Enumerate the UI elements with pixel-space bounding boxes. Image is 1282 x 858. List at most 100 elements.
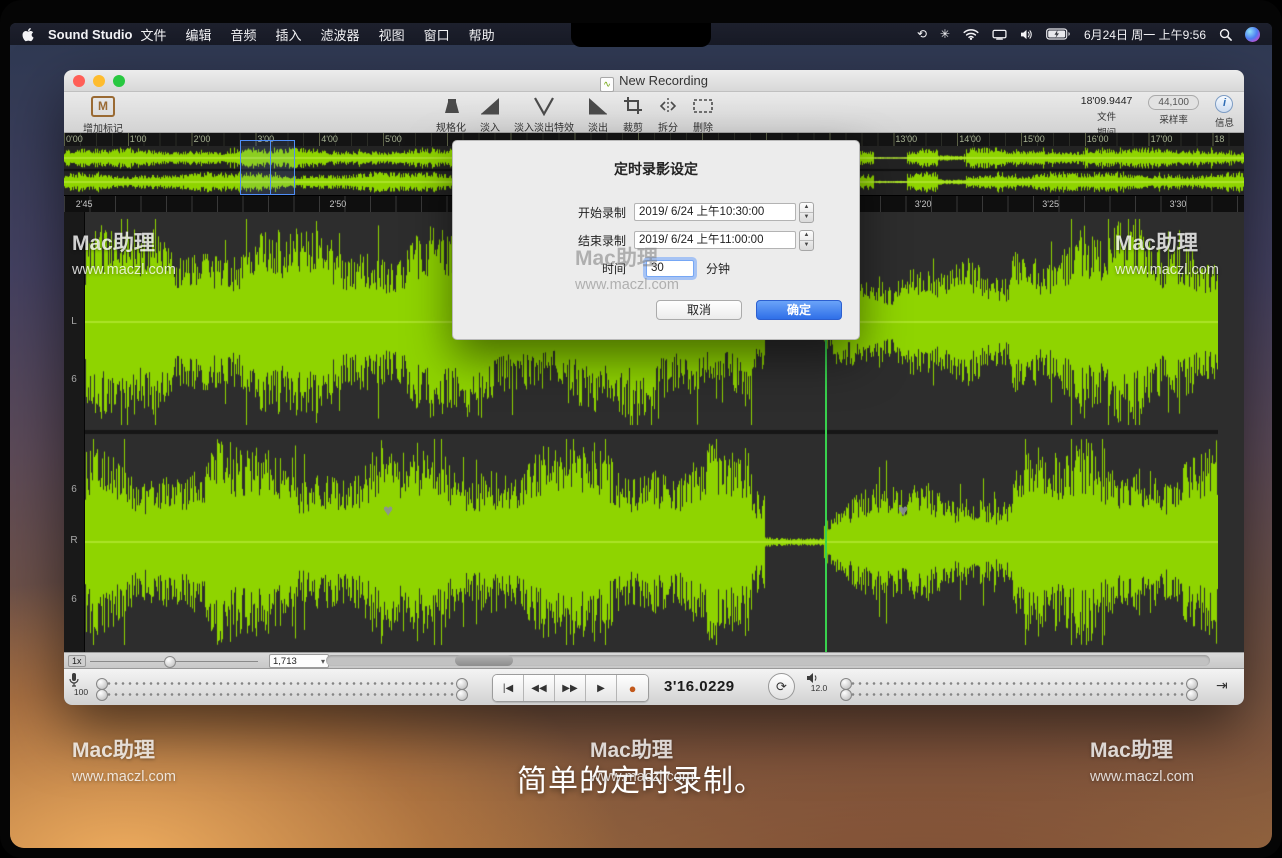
samples-select[interactable]: 1,713 ▾ bbox=[269, 654, 329, 668]
volume-icon[interactable] bbox=[1020, 29, 1033, 40]
menu-item-2[interactable]: 音频 bbox=[231, 28, 257, 43]
start-time-label: 开始录制 bbox=[453, 204, 626, 221]
dialog-title: 定时录影设定 bbox=[453, 159, 859, 179]
time-display: 3'16.0229 bbox=[664, 678, 774, 695]
normalize-button[interactable]: 规格化 bbox=[436, 96, 466, 134]
file-duration-value: 18'09.9447 bbox=[1081, 95, 1133, 107]
add-marker-button[interactable]: M 增加标记 bbox=[74, 96, 132, 135]
ruler-label: 14'00 bbox=[959, 134, 981, 144]
ruler-label: 4'00 bbox=[321, 134, 338, 144]
search-icon[interactable] bbox=[1219, 28, 1232, 41]
output-slider-right-top[interactable] bbox=[844, 681, 1194, 686]
samples-value: 1,713 bbox=[273, 656, 297, 667]
crossfade-button[interactable]: 淡入淡出特效 bbox=[514, 96, 574, 134]
ok-button[interactable]: 确定 bbox=[756, 300, 842, 320]
chevron-down-icon: ▾ bbox=[321, 657, 325, 666]
window-title: New Recording bbox=[619, 73, 708, 88]
siri-icon[interactable] bbox=[1245, 27, 1260, 42]
tool-label: 拆分 bbox=[658, 119, 678, 134]
stepper-down-icon[interactable]: ▼ bbox=[800, 213, 813, 222]
split-button[interactable]: 拆分 bbox=[657, 96, 679, 134]
stepper-down-icon[interactable]: ▼ bbox=[800, 241, 813, 250]
zoom-slider-thumb[interactable] bbox=[164, 656, 176, 668]
info-stat: i 信息 bbox=[1215, 95, 1234, 129]
fade-out-button[interactable]: 淡出 bbox=[587, 96, 609, 134]
menu-item-3[interactable]: 插入 bbox=[276, 28, 302, 43]
fade-in-icon bbox=[479, 96, 501, 116]
zoom-slider[interactable] bbox=[90, 661, 258, 662]
slider-knob[interactable] bbox=[1186, 689, 1198, 701]
wifi-icon[interactable] bbox=[963, 28, 979, 40]
timed-recording-dialog: 定时录影设定 开始录制 2019/ 6/24 上午10:30:00 ▲▼ 结束录… bbox=[452, 140, 860, 340]
sample-rate-stat: 44,100 采样率 bbox=[1148, 95, 1199, 126]
play-button[interactable]: ▶ bbox=[586, 675, 617, 701]
asterisk-icon[interactable]: ✳ bbox=[940, 23, 950, 45]
ruler-label: 0'00 bbox=[66, 134, 83, 144]
menu-item-6[interactable]: 窗口 bbox=[424, 28, 450, 43]
menu-item-7[interactable]: 帮助 bbox=[469, 28, 495, 43]
slider-knob[interactable] bbox=[96, 689, 108, 701]
channel-label-R: R bbox=[64, 535, 84, 546]
record-button[interactable]: ● bbox=[617, 675, 648, 701]
display-mirroring-icon[interactable] bbox=[992, 29, 1007, 40]
time-machine-icon[interactable]: ⟲ bbox=[917, 23, 927, 45]
transport-buttons: |◀ ◀◀ ▶▶ ▶ ● bbox=[492, 674, 649, 702]
sample-rate-select[interactable]: 44,100 bbox=[1148, 95, 1199, 110]
menu-item-0[interactable]: 文件 bbox=[140, 28, 166, 43]
channel-label-6: 6 bbox=[64, 484, 84, 495]
fast-forward-button[interactable]: ▶▶ bbox=[555, 675, 586, 701]
slider-knob[interactable] bbox=[840, 689, 852, 701]
ruler-label: 15'00 bbox=[1023, 134, 1045, 144]
start-time-field[interactable]: 2019/ 6/24 上午10:30:00 bbox=[634, 203, 796, 221]
slider-knob[interactable] bbox=[456, 689, 468, 701]
ruler-label: 2'00 bbox=[194, 134, 211, 144]
loop-button[interactable]: ⟳ bbox=[768, 673, 795, 700]
zoom-ruler-label: 3'30 bbox=[1170, 199, 1187, 209]
cancel-button[interactable]: 取消 bbox=[656, 300, 742, 320]
stepper-up-icon[interactable]: ▲ bbox=[800, 203, 813, 213]
ruler-label: 1'00 bbox=[130, 134, 147, 144]
input-slider-left-top[interactable] bbox=[100, 681, 464, 686]
end-time-stepper[interactable]: ▲▼ bbox=[799, 230, 814, 251]
fade-in-button[interactable]: 淡入 bbox=[479, 96, 501, 134]
stepper-up-icon[interactable]: ▲ bbox=[800, 231, 813, 241]
watermark: Mac助理www.maczl.com bbox=[590, 735, 694, 788]
zoom-scroll-row: 1x 1,713 ▾ bbox=[64, 652, 1244, 668]
transport-bar: 100 |◀ ◀◀ ▶▶ ▶ ● 3'16.0229 ⟳ 12.0 ⇥ bbox=[64, 668, 1244, 705]
tool-label: 淡入淡出特效 bbox=[514, 119, 574, 134]
menu-item-4[interactable]: 滤波器 bbox=[321, 28, 360, 43]
zoom-ruler-label: 3'20 bbox=[915, 199, 932, 209]
rewind-button[interactable]: ◀◀ bbox=[524, 675, 555, 701]
channel-label-6: 6 bbox=[64, 374, 84, 385]
menu-item-5[interactable]: 视图 bbox=[379, 28, 405, 43]
zoom-level[interactable]: 1x bbox=[68, 655, 86, 667]
crop-button[interactable]: 裁剪 bbox=[622, 96, 644, 134]
menu-list: 文件 编辑 音频 插入 滤波器 视图 窗口 帮助 bbox=[140, 25, 513, 44]
menu-bar-clock[interactable]: 6月24日 周一 上午9:56 bbox=[1084, 26, 1206, 43]
crossfade-icon bbox=[533, 96, 555, 116]
mic-level-value: 100 bbox=[68, 687, 94, 697]
menu-item-1[interactable]: 编辑 bbox=[186, 28, 212, 43]
start-time-stepper[interactable]: ▲▼ bbox=[799, 202, 814, 223]
window-titlebar[interactable]: ∿New Recording bbox=[64, 70, 1244, 92]
apple-menu-icon[interactable] bbox=[22, 27, 34, 42]
zoom-ruler-label: 2'45 bbox=[76, 199, 93, 209]
skip-to-start-button[interactable]: |◀ bbox=[493, 675, 524, 701]
info-button[interactable]: i bbox=[1215, 95, 1233, 113]
channel-label-6: 6 bbox=[64, 594, 84, 605]
jump-to-end-icon[interactable]: ⇥ bbox=[1216, 677, 1228, 694]
split-icon bbox=[657, 96, 679, 116]
selection-divider bbox=[270, 141, 271, 194]
battery-icon[interactable] bbox=[1046, 28, 1071, 40]
watermark: Mac助理www.maczl.com bbox=[575, 243, 679, 296]
status-icons: ⟲ ✳ 6月24日 周一 上午9:56 bbox=[917, 23, 1260, 45]
selection-box[interactable] bbox=[240, 140, 295, 195]
info-label: 信息 bbox=[1215, 115, 1234, 129]
horizontal-scrollbar[interactable] bbox=[326, 655, 1210, 666]
output-slider-right-bottom[interactable] bbox=[844, 692, 1194, 697]
input-slider-left-bottom[interactable] bbox=[100, 692, 464, 697]
scrollbar-thumb[interactable] bbox=[455, 655, 513, 666]
delete-button[interactable]: 删除 bbox=[692, 96, 714, 134]
menu-app-name[interactable]: Sound Studio bbox=[48, 27, 132, 42]
start-time-row: 开始录制 2019/ 6/24 上午10:30:00 ▲▼ bbox=[453, 202, 859, 222]
